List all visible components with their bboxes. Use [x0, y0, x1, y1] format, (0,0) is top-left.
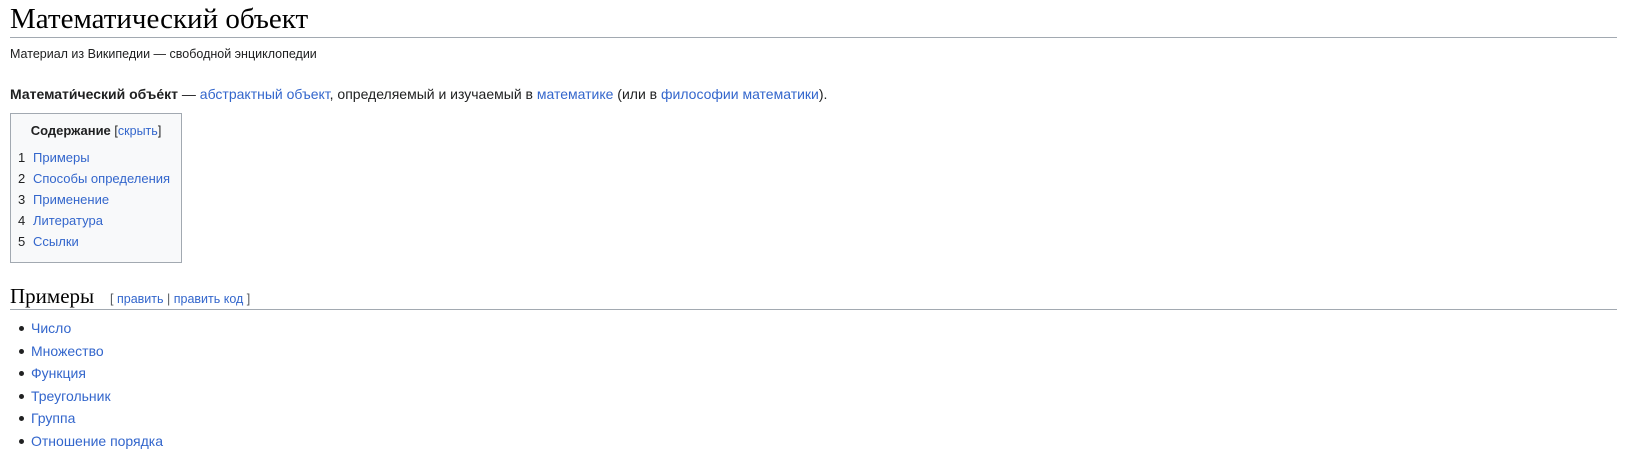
toc-toggle-close-bracket: ]: [157, 124, 162, 138]
section-title: Примеры: [10, 284, 95, 308]
toc-link-examples[interactable]: Примеры: [33, 150, 90, 165]
toc-item-examples: 1 Примеры: [18, 147, 181, 168]
toc-list: 1 Примеры 2 Способы определения 3 Применени…: [18, 147, 181, 252]
site-tagline: Материал из Википедии — свободной энцикл…: [10, 47, 317, 61]
link-triangle[interactable]: Треугольник: [31, 388, 111, 404]
list-item: Треугольник: [10, 385, 1617, 408]
page-title: Математический объект: [10, 0, 1617, 38]
lead-paragraph: Математи́ческий объе́кт — абстрактный об…: [10, 84, 1617, 104]
lead-term: Математи́ческий объе́кт: [10, 86, 178, 102]
table-of-contents: Содержание [скрыть] 1 Примеры 2 Способы оп…: [10, 113, 182, 263]
toc-toggle: [скрыть]: [114, 124, 161, 138]
toc-item-definition-methods: 2 Способы определения: [18, 168, 181, 189]
edit-code-link[interactable]: править код: [174, 292, 244, 306]
section-heading-examples: Примеры [ править | править код ]: [10, 284, 1617, 310]
toc-item-number: 1: [18, 150, 26, 165]
toc-hide-link[interactable]: скрыть: [118, 124, 158, 138]
toc-title: Содержание [скрыть]: [18, 122, 181, 140]
link-function[interactable]: Функция: [31, 365, 86, 381]
link-group[interactable]: Группа: [31, 410, 75, 426]
article-page: Математический объект Материал из Википе…: [10, 0, 1617, 452]
edit-link[interactable]: править: [117, 292, 164, 306]
edit-open-bracket: [: [110, 292, 117, 306]
link-mathematics[interactable]: математике: [537, 86, 614, 102]
link-order-relation[interactable]: Отношение порядка: [31, 433, 163, 449]
toc-item-links: 5 Ссылки: [18, 231, 181, 252]
bullet-icon: [19, 393, 24, 399]
link-abstract-object[interactable]: абстрактный объект: [200, 86, 330, 102]
lead-text-1: , определяемый и изучаемый в: [329, 86, 537, 102]
list-item: Отношение порядка: [10, 430, 1617, 453]
edit-close-bracket: ]: [243, 292, 251, 306]
link-set[interactable]: Множество: [31, 343, 104, 359]
toc-item-applications: 3 Применение: [18, 189, 181, 210]
bullet-icon: [19, 416, 24, 421]
toc-link-applications[interactable]: Применение: [33, 192, 109, 207]
toc-item-number: 3: [18, 192, 26, 207]
lead-text-3: ).: [818, 86, 828, 102]
link-number[interactable]: Число: [31, 320, 71, 336]
toc-heading: Содержание: [30, 123, 111, 138]
list-item: Множество: [10, 340, 1617, 363]
toc-item-number: 5: [18, 234, 26, 249]
list-item: Число: [10, 317, 1617, 340]
toc-link-definition-methods[interactable]: Способы определения: [33, 171, 170, 186]
list-item: Функция: [10, 362, 1617, 385]
toc-link-literature[interactable]: Литература: [33, 213, 103, 228]
toc-item-number: 4: [18, 213, 26, 228]
edit-section-links: [ править | править код ]: [110, 292, 250, 306]
bullet-icon: [19, 348, 24, 354]
list-item: Группа: [10, 407, 1617, 430]
lead-dash: —: [178, 86, 200, 102]
bullet-icon: [19, 371, 24, 376]
link-philosophy-of-mathematics[interactable]: философии математики: [661, 86, 819, 102]
bullet-icon: [19, 438, 24, 444]
toc-item-number: 2: [18, 171, 26, 186]
edit-separator: |: [163, 292, 174, 306]
bullet-icon: [19, 326, 24, 331]
lead-text-2: (или в: [613, 86, 661, 102]
toc-link-links[interactable]: Ссылки: [33, 234, 79, 249]
examples-list: Число Множество Функция Треугольник Груп…: [10, 317, 1617, 452]
toc-item-literature: 4 Литература: [18, 210, 181, 231]
